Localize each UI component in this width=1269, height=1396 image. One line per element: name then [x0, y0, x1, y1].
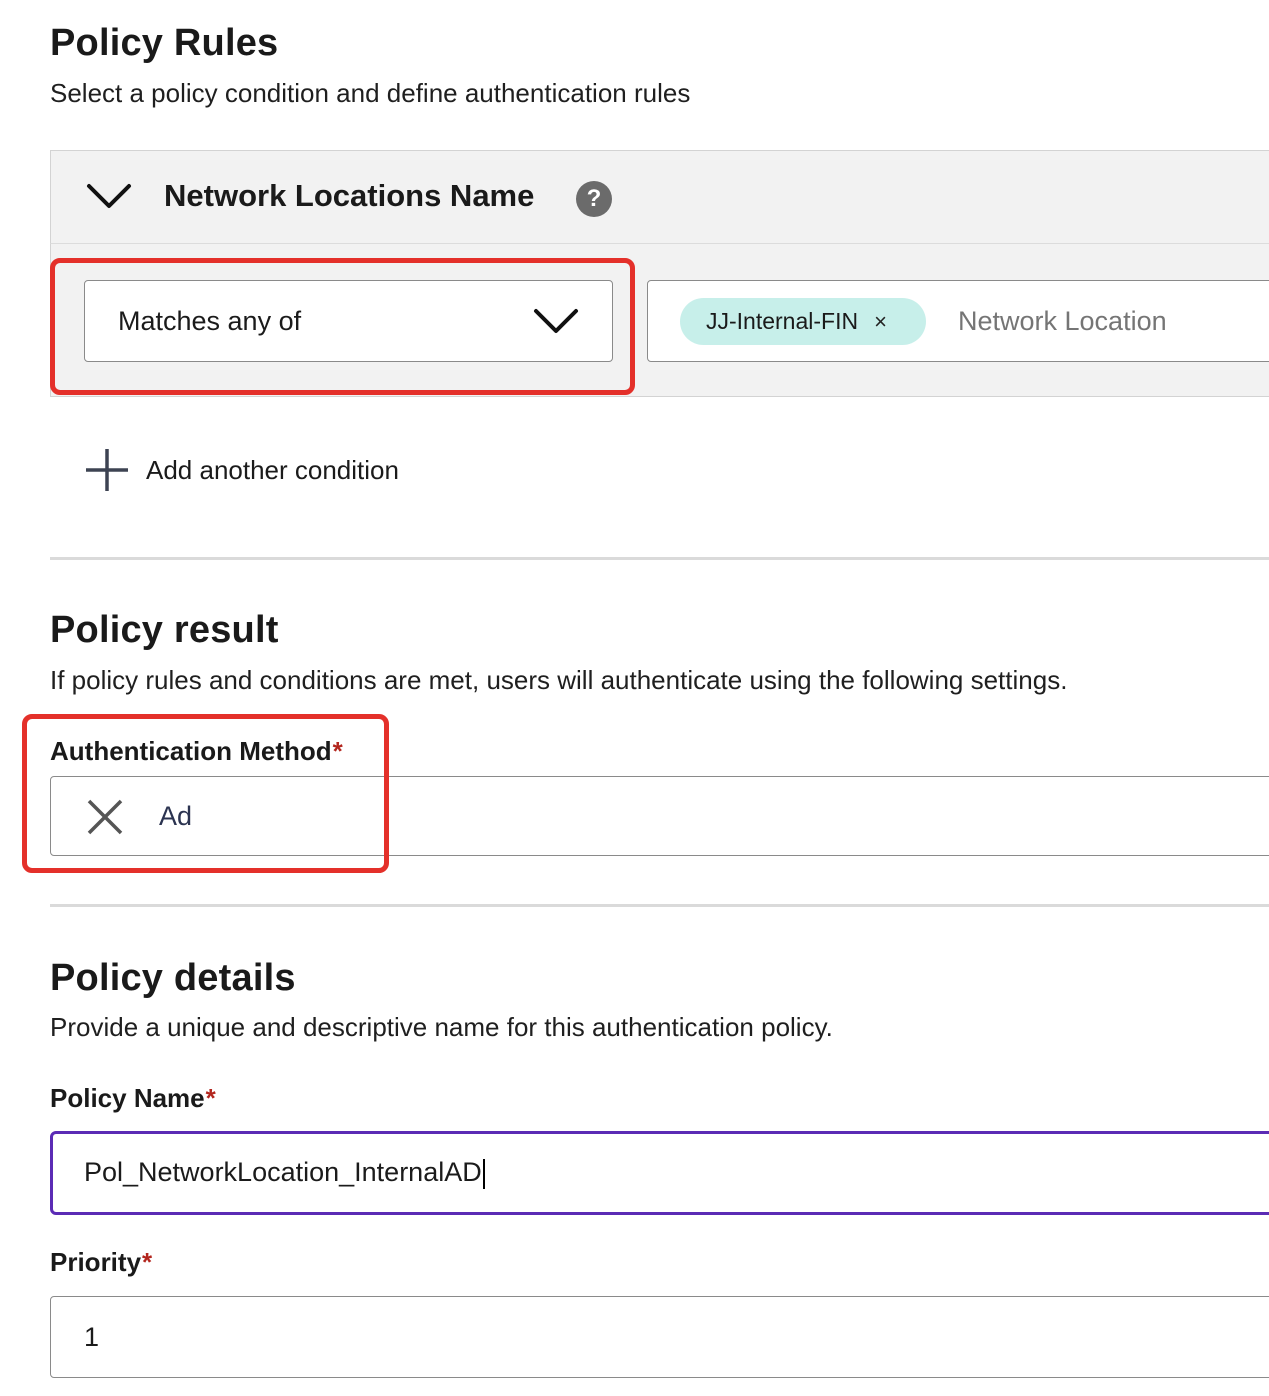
policy-rules-subtitle: Select a policy condition and define aut…: [50, 78, 691, 108]
policy-rules-title: Policy Rules: [50, 22, 279, 64]
priority-label-text: Priority: [50, 1247, 142, 1277]
policy-name-label-text: Policy Name: [50, 1083, 205, 1113]
add-condition-button[interactable]: Add another condition: [146, 455, 399, 486]
remove-tag-icon[interactable]: ×: [874, 309, 887, 335]
highlight-box-auth-method: [22, 714, 389, 873]
tag-chip: JJ-Internal-FIN ×: [680, 298, 926, 345]
highlight-box-operator: [50, 258, 635, 395]
priority-value: 1: [84, 1322, 100, 1352]
plus-icon[interactable]: [84, 447, 130, 493]
policy-result-subtitle: If policy rules and conditions are met, …: [50, 665, 1068, 695]
priority-label: Priority*: [50, 1247, 152, 1278]
tag-chip-label: JJ-Internal-FIN: [706, 308, 859, 334]
section-divider: [50, 904, 1269, 907]
policy-details-subtitle: Provide a unique and descriptive name fo…: [50, 1012, 833, 1042]
network-location-placeholder: Network Location: [958, 306, 1167, 336]
policy-result-title: Policy result: [50, 609, 279, 651]
condition-name: Network Locations Name: [164, 178, 535, 213]
collapse-chevron-icon[interactable]: [86, 180, 132, 214]
required-mark: *: [142, 1247, 153, 1277]
policy-details-title: Policy details: [50, 957, 296, 999]
text-caret: [482, 1158, 485, 1189]
help-icon[interactable]: ?: [576, 181, 612, 217]
section-divider: [50, 557, 1269, 560]
priority-input[interactable]: [50, 1296, 1269, 1378]
policy-name-label: Policy Name*: [50, 1083, 216, 1114]
required-mark: *: [205, 1083, 216, 1113]
policy-name-value: Pol_NetworkLocation_InternalAD: [84, 1157, 485, 1189]
policy-name-text: Pol_NetworkLocation_InternalAD: [84, 1157, 482, 1187]
